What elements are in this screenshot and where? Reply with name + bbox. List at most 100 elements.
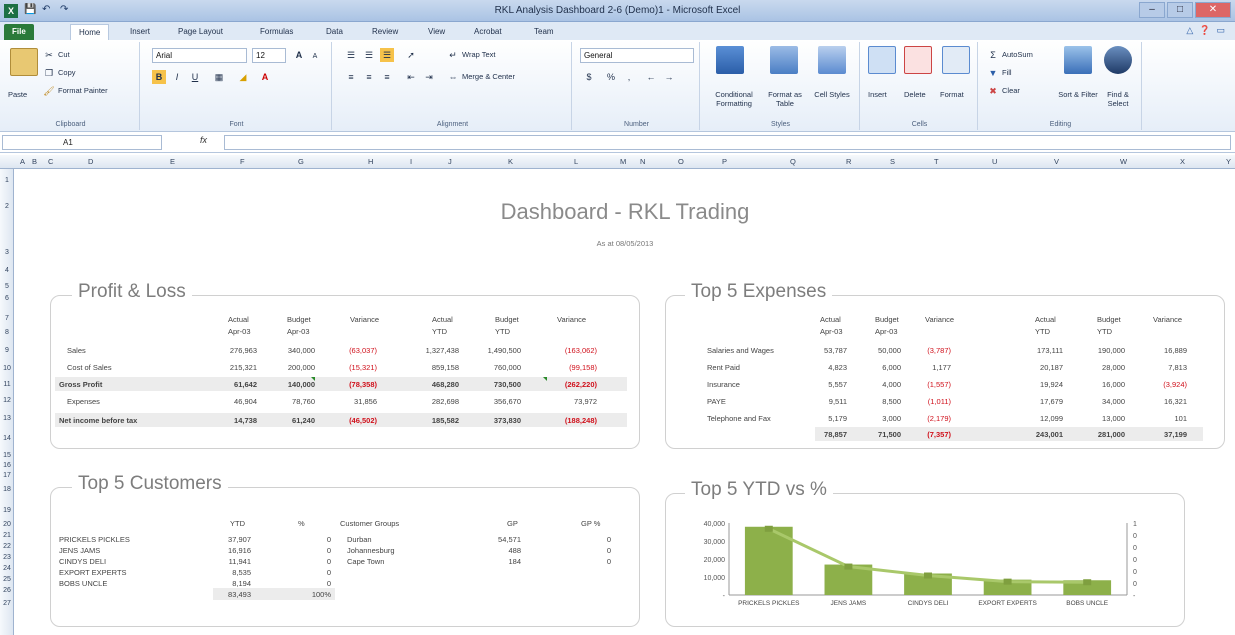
row-header[interactable]: 27: [0, 600, 14, 607]
column-header[interactable]: Y: [1226, 157, 1231, 166]
underline-button[interactable]: U: [188, 70, 202, 84]
cut-button[interactable]: Cut: [58, 50, 70, 59]
row-header[interactable]: 20: [0, 521, 14, 528]
column-header[interactable]: U: [992, 157, 997, 166]
row-header[interactable]: 1: [0, 177, 14, 184]
number-format-select[interactable]: General: [580, 48, 694, 63]
worksheet[interactable]: Dashboard - RKL Trading As at 08/05/2013…: [15, 169, 1235, 635]
column-header[interactable]: W: [1120, 157, 1127, 166]
font-size-select[interactable]: 12: [252, 48, 286, 63]
column-header[interactable]: M: [620, 157, 626, 166]
shrink-font-icon[interactable]: A: [308, 50, 322, 64]
format-painter-button[interactable]: Format Painter: [58, 86, 108, 95]
column-header[interactable]: D: [88, 157, 93, 166]
column-header[interactable]: H: [368, 157, 373, 166]
row-header[interactable]: 15: [0, 452, 14, 459]
row-header[interactable]: 22: [0, 543, 14, 550]
column-header[interactable]: A: [20, 157, 25, 166]
fill-color-icon[interactable]: ◢: [236, 70, 250, 84]
row-header[interactable]: 2: [0, 203, 14, 210]
paste-icon[interactable]: [10, 48, 38, 76]
decrease-decimal-icon[interactable]: →: [662, 70, 676, 84]
align-bottom-icon[interactable]: ☰: [380, 48, 394, 62]
autosum-button[interactable]: AutoSum: [1002, 50, 1033, 59]
column-header[interactable]: G: [298, 157, 304, 166]
cut-icon[interactable]: ✂: [42, 48, 56, 62]
row-header[interactable]: 14: [0, 435, 14, 442]
column-header[interactable]: C: [48, 157, 53, 166]
align-right-icon[interactable]: ≡: [380, 70, 394, 84]
row-header[interactable]: 26: [0, 587, 14, 594]
row-header[interactable]: 21: [0, 532, 14, 539]
currency-button[interactable]: $: [582, 70, 596, 84]
column-header[interactable]: S: [890, 157, 895, 166]
wrap-text-button[interactable]: Wrap Text: [462, 50, 496, 59]
decrease-indent-icon[interactable]: ⇤: [404, 70, 418, 84]
comma-button[interactable]: ,: [622, 70, 636, 84]
insert-cells-icon[interactable]: [868, 46, 896, 74]
format-table-button[interactable]: Format as Table: [762, 90, 808, 108]
row-header[interactable]: 18: [0, 486, 14, 493]
fill-icon[interactable]: ▼: [986, 66, 1000, 80]
row-header[interactable]: 10: [0, 365, 14, 372]
row-header[interactable]: 17: [0, 472, 14, 479]
bold-button[interactable]: B: [152, 70, 166, 84]
autosum-icon[interactable]: Σ: [986, 48, 1000, 62]
ytd-chart[interactable]: 40,000 30,000 20,000 10,000 - 1 0 0 0 0 0 - PRICKELS…: [687, 519, 1157, 619]
increase-indent-icon[interactable]: ⇥: [422, 70, 436, 84]
tab-acrobat[interactable]: Acrobat: [466, 24, 510, 40]
row-header[interactable]: 12: [0, 397, 14, 404]
format-painter-icon[interactable]: 🖌: [42, 84, 56, 98]
column-header[interactable]: T: [934, 157, 939, 166]
merge-center-button[interactable]: Merge & Center: [462, 72, 515, 81]
row-header[interactable]: 6: [0, 295, 14, 302]
tab-review[interactable]: Review: [364, 24, 406, 40]
align-left-icon[interactable]: ≡: [344, 70, 358, 84]
conditional-formatting-icon[interactable]: [716, 46, 744, 74]
tab-page-layout[interactable]: Page Layout: [170, 24, 231, 40]
column-header[interactable]: I: [410, 157, 412, 166]
row-header[interactable]: 24: [0, 565, 14, 572]
merge-center-icon[interactable]: ⇔: [446, 70, 460, 84]
increase-decimal-icon[interactable]: ←: [644, 70, 658, 84]
formula-input[interactable]: [224, 135, 1231, 150]
tab-team[interactable]: Team: [526, 24, 562, 40]
row-header[interactable]: 9: [0, 347, 14, 354]
orientation-icon[interactable]: ➚: [404, 48, 418, 62]
delete-cells-icon[interactable]: [904, 46, 932, 74]
format-cells-button[interactable]: Format: [940, 90, 964, 99]
row-header[interactable]: 13: [0, 415, 14, 422]
column-header[interactable]: B: [32, 157, 37, 166]
row-header[interactable]: 4: [0, 267, 14, 274]
tab-home[interactable]: Home: [70, 24, 110, 40]
column-header[interactable]: Q: [790, 157, 796, 166]
column-header[interactable]: O: [678, 157, 684, 166]
format-cells-icon[interactable]: [942, 46, 970, 74]
column-header[interactable]: N: [640, 157, 645, 166]
tab-data[interactable]: Data: [318, 24, 351, 40]
tab-file[interactable]: File: [4, 24, 34, 40]
percent-button[interactable]: %: [604, 70, 618, 84]
column-header[interactable]: F: [240, 157, 245, 166]
cell-styles-icon[interactable]: [818, 46, 846, 74]
copy-button[interactable]: Copy: [58, 68, 76, 77]
row-header[interactable]: 11: [0, 381, 14, 388]
copy-icon[interactable]: ❐: [42, 66, 56, 80]
conditional-formatting-button[interactable]: Conditional Formatting: [706, 90, 762, 108]
tab-insert[interactable]: Insert: [122, 24, 158, 40]
row-header[interactable]: 5: [0, 283, 14, 290]
font-name-select[interactable]: Arial: [152, 48, 247, 63]
minimize-workbook-icon[interactable]: ▭: [1216, 25, 1225, 36]
tab-view[interactable]: View: [420, 24, 453, 40]
find-select-icon[interactable]: [1104, 46, 1132, 74]
align-middle-icon[interactable]: ☰: [362, 48, 376, 62]
sort-filter-button[interactable]: Sort & Filter: [1058, 90, 1098, 99]
row-header[interactable]: 3: [0, 249, 14, 256]
sort-filter-icon[interactable]: [1064, 46, 1092, 74]
delete-cells-button[interactable]: Delete: [904, 90, 926, 99]
minimize-button[interactable]: –: [1139, 2, 1165, 18]
clear-button[interactable]: Clear: [1002, 86, 1020, 95]
grow-font-icon[interactable]: A: [292, 48, 306, 62]
column-header[interactable]: J: [448, 157, 452, 166]
restore-button[interactable]: □: [1167, 2, 1193, 18]
